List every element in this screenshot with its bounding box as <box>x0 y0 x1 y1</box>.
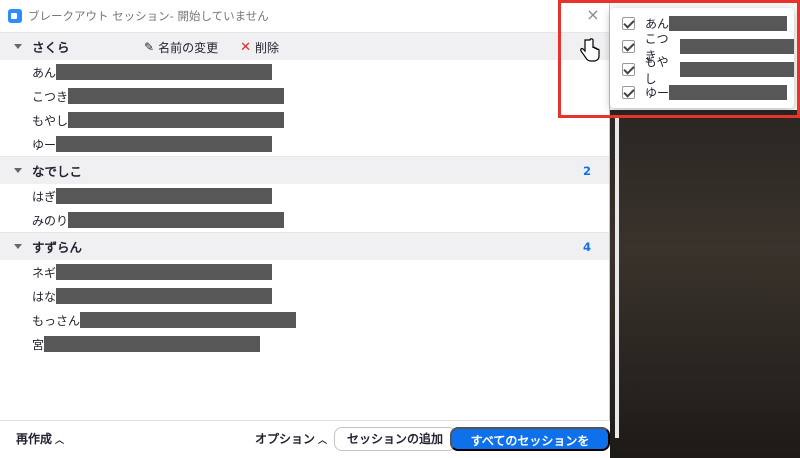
group-header-nadeshiko[interactable]: なでしこ 2 <box>0 156 609 184</box>
chevron-up-icon: ︿ <box>55 436 65 446</box>
member-row[interactable]: もやし <box>0 108 609 132</box>
redacted-name <box>80 312 297 328</box>
hand-cursor-icon <box>580 38 600 62</box>
popup-item[interactable]: こつき <box>610 32 794 63</box>
checkbox-icon[interactable] <box>622 63 635 76</box>
group-count[interactable]: 4 <box>583 233 591 261</box>
chevron-up-icon: ︿ <box>318 436 328 446</box>
redacted-name <box>56 264 273 280</box>
popup-item-label: ゆー <box>645 86 670 100</box>
redacted-name <box>679 39 794 54</box>
member-name: ゆー <box>32 137 57 152</box>
member-row[interactable]: こつき <box>0 84 609 108</box>
background-video <box>610 110 800 458</box>
member-name: はぎ <box>32 189 57 204</box>
delete-x-icon: ✕ <box>240 39 251 55</box>
recreate-button[interactable]: 再作成 ︿ <box>16 430 64 447</box>
close-icon[interactable]: × <box>584 6 602 24</box>
member-row[interactable]: ネギ <box>0 260 609 284</box>
member-name: みのり <box>32 213 69 228</box>
rename-label: 名前の変更 <box>158 40 219 55</box>
member-name: はな <box>32 289 57 304</box>
titlebar: ブレークアウト セッション- 開始していません <box>0 0 609 32</box>
member-name: もっさん <box>32 313 81 328</box>
popup-item-label: もやし <box>644 54 669 86</box>
delete-label: 削除 <box>254 40 279 55</box>
options-label: オプション <box>255 432 316 446</box>
member-name: あん <box>32 65 57 80</box>
popup-item[interactable]: もやし <box>610 55 794 86</box>
redacted-name <box>56 188 273 204</box>
group-count[interactable]: 2 <box>583 157 591 185</box>
rename-button[interactable]: ✎ 名前の変更 <box>144 39 218 56</box>
popup-item[interactable]: ゆー <box>610 81 794 104</box>
member-row[interactable]: あん <box>0 60 609 84</box>
start-all-sessions-button[interactable]: すべてのセッションを開始 <box>450 427 610 451</box>
recreate-label: 再作成 <box>16 432 53 446</box>
redacted-name <box>68 112 285 128</box>
checkbox-icon[interactable] <box>622 17 635 30</box>
member-row[interactable]: みのり <box>0 208 609 232</box>
redacted-name <box>679 62 794 77</box>
footer-bar: 再作成︿ オプション︿ セッションの追加 すべてのセッションを開始 <box>0 420 610 458</box>
member-row[interactable]: はぎ <box>0 184 609 208</box>
redacted-name <box>56 288 273 304</box>
member-row[interactable]: はな <box>0 284 609 308</box>
zoom-app-icon <box>8 9 22 23</box>
popup-item[interactable]: あん <box>610 12 794 35</box>
caret-down-icon[interactable] <box>14 44 22 49</box>
caret-down-icon[interactable] <box>14 168 22 173</box>
member-name: ネギ <box>32 265 57 280</box>
caret-down-icon[interactable] <box>14 244 22 249</box>
add-session-button[interactable]: セッションの追加 <box>334 427 457 451</box>
group-header-sakura[interactable]: さくら ✎ 名前の変更 ✕ 削除 <box>0 32 609 60</box>
group-name: さくら <box>32 40 70 55</box>
group-name: すずらん <box>32 240 83 255</box>
redacted-name <box>669 16 788 31</box>
breakout-window: ブレークアウト セッション- 開始していません × さくら ✎ 名前の変更 ✕ … <box>0 0 610 458</box>
background-strip <box>615 118 619 438</box>
redacted-name <box>44 336 261 352</box>
options-button[interactable]: オプション ︿ <box>255 430 327 447</box>
group-name: なでしこ <box>32 164 83 179</box>
member-name: こつき <box>32 89 69 104</box>
member-row[interactable]: もっさん <box>0 308 609 332</box>
redacted-name <box>669 85 788 100</box>
member-name: 宮 <box>32 337 45 352</box>
member-name: もやし <box>32 113 69 128</box>
group-header-suzuran[interactable]: すずらん 4 <box>0 232 609 260</box>
member-row[interactable]: ゆー <box>0 132 609 156</box>
checkbox-icon[interactable] <box>622 86 635 99</box>
assign-popup: あん こつき もやし ゆー <box>610 8 794 108</box>
member-row[interactable]: 宮 <box>0 332 609 356</box>
pencil-icon: ✎ <box>144 40 155 54</box>
redacted-name <box>68 212 285 228</box>
redacted-name <box>68 88 285 104</box>
delete-button[interactable]: ✕ 削除 <box>240 39 279 56</box>
redacted-name <box>56 136 273 152</box>
checkbox-icon[interactable] <box>622 40 635 53</box>
window-title: ブレークアウト セッション- 開始していません <box>28 9 269 23</box>
redacted-name <box>56 64 273 80</box>
